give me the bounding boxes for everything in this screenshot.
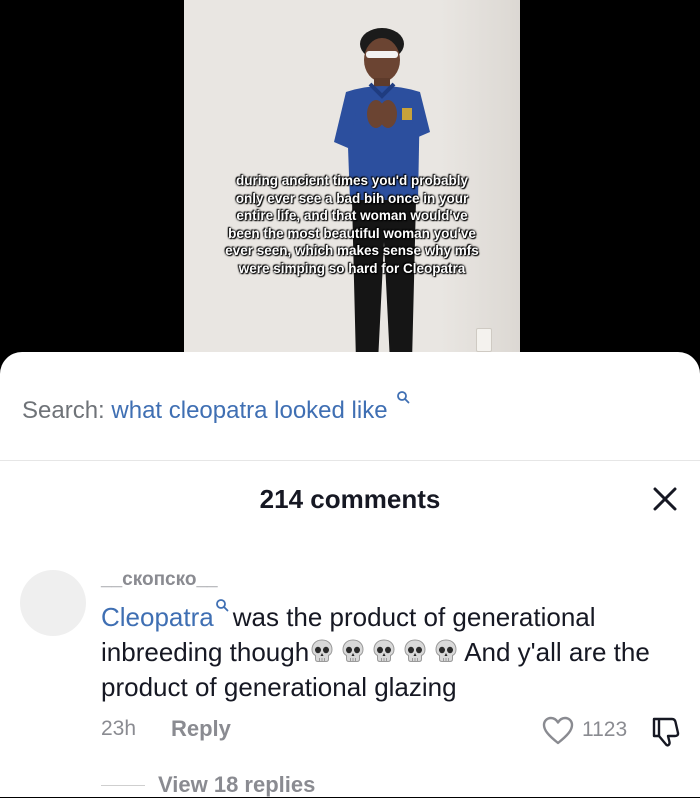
like-count: 1123	[582, 718, 628, 741]
search-icon	[397, 391, 410, 404]
divider	[0, 460, 700, 461]
search-icon	[215, 599, 229, 612]
wall-outlet	[476, 328, 492, 352]
comments-count-title: 214 comments	[259, 484, 441, 514]
comment-mention-link[interactable]: Cleopatra	[101, 602, 214, 632]
heart-icon[interactable]	[542, 716, 574, 746]
comment-timestamp: 23h	[101, 717, 137, 740]
search-term-link[interactable]: what cleopatra looked like	[111, 397, 387, 424]
reply-button[interactable]: Reply	[171, 716, 231, 742]
replies-divider-line	[101, 785, 145, 786]
skull-emoji	[309, 638, 335, 664]
search-suggestion[interactable]: Search: what cleopatra looked like	[22, 390, 410, 425]
avatar[interactable]	[20, 570, 86, 636]
skull-emoji	[340, 638, 366, 664]
view-replies-button[interactable]: View 18 replies	[158, 772, 315, 798]
video-area[interactable]: during ancient times you'd probably only…	[0, 0, 700, 372]
comment-username[interactable]: __скопско__	[101, 569, 218, 591]
skull-emoji	[371, 638, 397, 664]
video-caption: during ancient times you'd probably only…	[225, 173, 479, 276]
skull-emoji	[433, 638, 459, 664]
search-prefix: Search:	[22, 397, 105, 424]
video-frame[interactable]: during ancient times you'd probably only…	[184, 0, 520, 360]
comment-body: Cleopatra was the product of generationa…	[101, 598, 691, 705]
skull-emoji	[402, 638, 428, 664]
close-icon[interactable]	[650, 484, 680, 514]
skull-emoji-group	[309, 637, 464, 667]
dislike-icon[interactable]	[650, 716, 680, 748]
